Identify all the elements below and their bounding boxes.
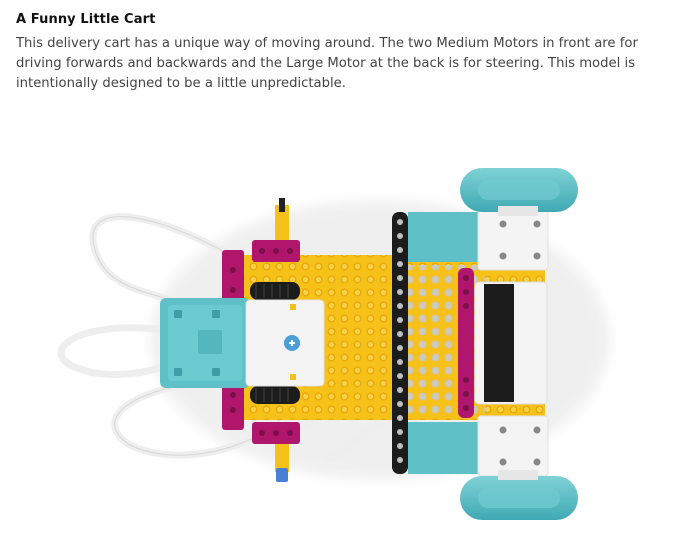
front-wheel-bottom (250, 386, 300, 404)
model-description: This delivery cart has a unique way of m… (16, 36, 638, 91)
model-card: A Funny Little Cart This delivery cart h… (0, 0, 680, 560)
cart-model-image (57, 168, 610, 520)
rear-wheel-top (460, 168, 578, 216)
rear-wheel-bottom (460, 470, 578, 520)
teal-panel-top (408, 212, 478, 262)
teal-panel-bottom (408, 422, 478, 474)
model-title: A Funny Little Cart (16, 12, 156, 27)
front-wheel-top (250, 282, 300, 300)
